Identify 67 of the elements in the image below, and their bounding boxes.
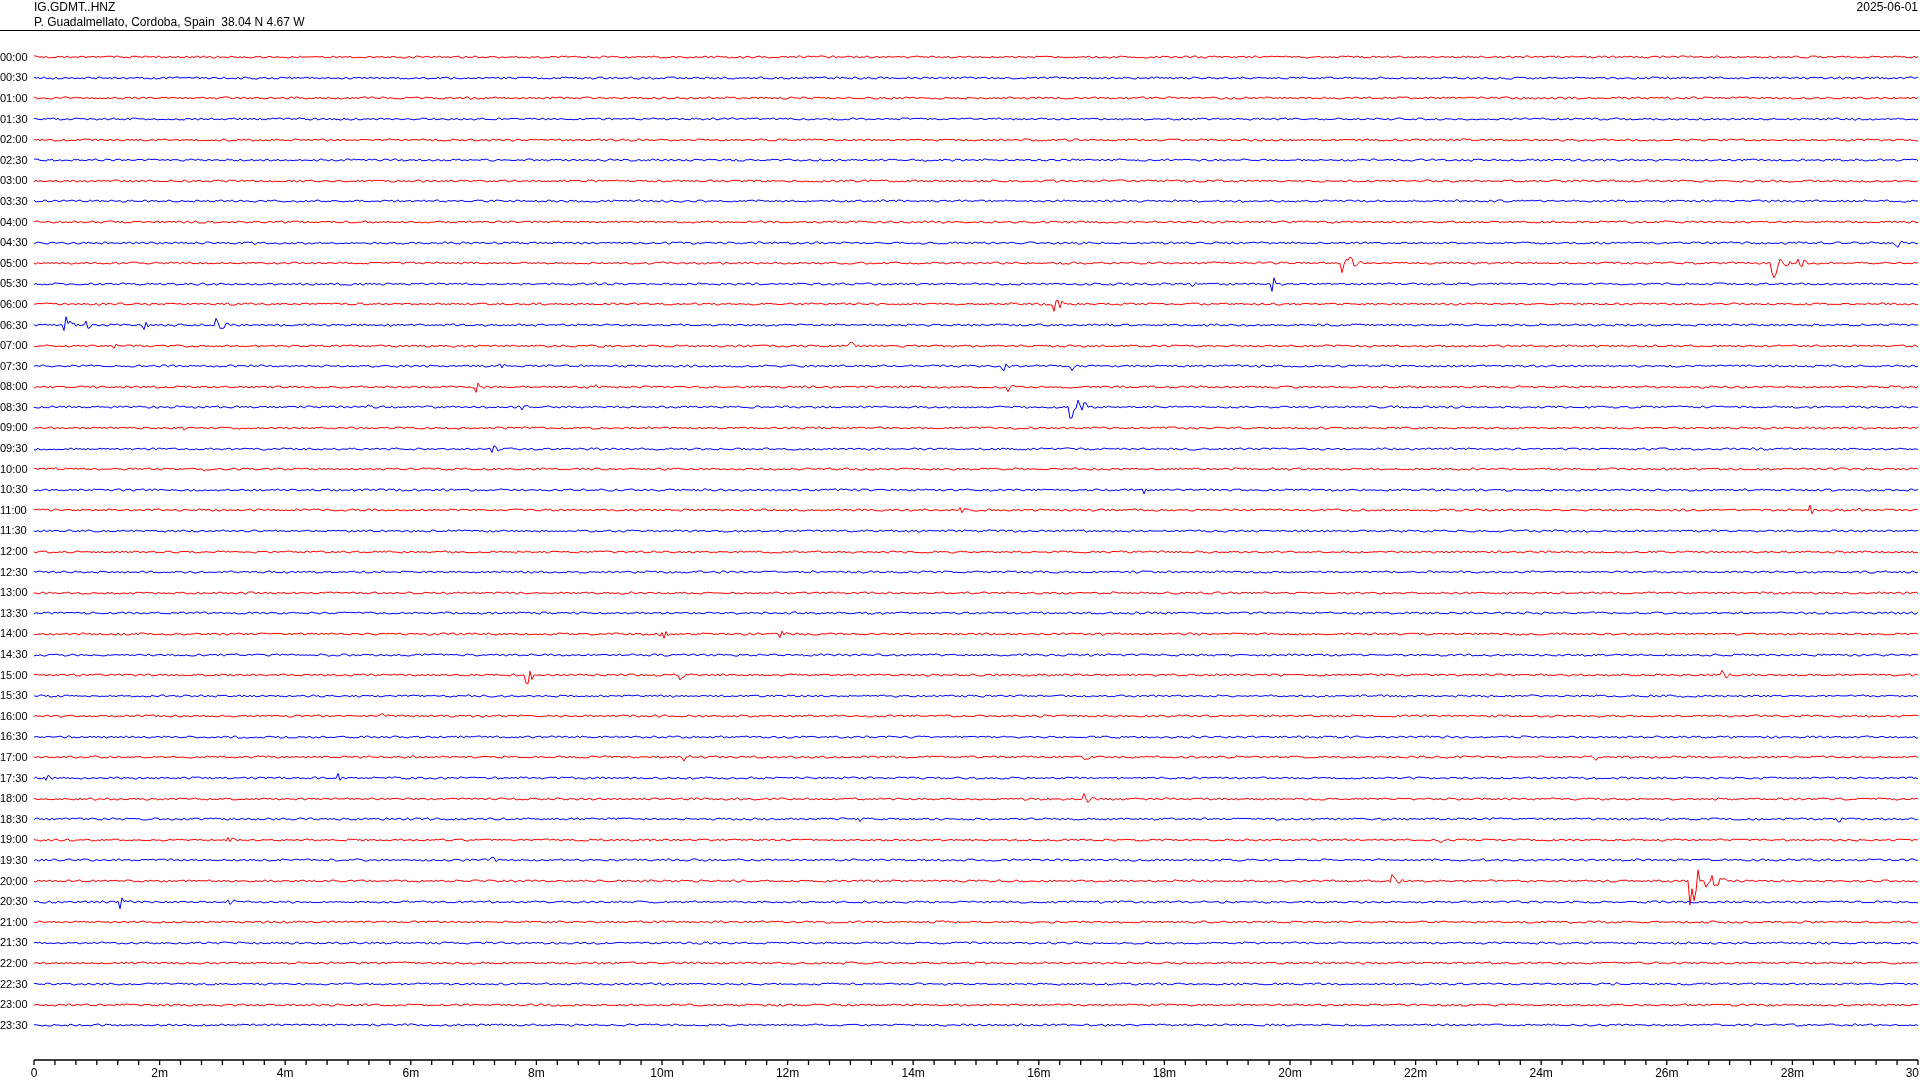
time-label: 20:00 xyxy=(0,874,29,888)
time-label: 04:00 xyxy=(0,215,29,229)
time-label: 06:30 xyxy=(0,318,29,332)
time-label: 18:30 xyxy=(0,812,29,826)
time-label: 06:00 xyxy=(0,297,29,311)
time-label: 11:30 xyxy=(0,524,28,538)
time-label: 22:30 xyxy=(0,977,29,991)
time-label: 10:30 xyxy=(0,483,29,497)
axis-label: 18m xyxy=(1152,1065,1177,1080)
time-label: 14:00 xyxy=(0,627,29,641)
time-label: 16:00 xyxy=(0,709,29,723)
axis-label: 26m xyxy=(1655,1065,1679,1080)
axis-label: 16m xyxy=(1027,1065,1051,1080)
axis-label: 2m xyxy=(151,1065,168,1080)
time-label: 11:00 xyxy=(0,503,28,517)
axis-label: 12m xyxy=(775,1065,800,1080)
time-label: 13:30 xyxy=(0,606,29,620)
time-label: 12:00 xyxy=(0,545,29,559)
time-label: 13:00 xyxy=(0,586,29,600)
time-label: 14:30 xyxy=(0,648,29,661)
axis-label: 30 xyxy=(1905,1065,1919,1080)
time-label: 02:00 xyxy=(0,133,29,147)
time-label: 23:00 xyxy=(0,998,29,1012)
time-label: 15:00 xyxy=(0,668,29,682)
time-label: 17:00 xyxy=(0,751,29,764)
axis-label: 8m xyxy=(528,1065,545,1080)
date-label: 2025-06-01 xyxy=(1856,0,1918,15)
axis-label: 14m xyxy=(901,1065,925,1080)
time-label: 04:30 xyxy=(0,236,29,250)
time-label: 00:00 xyxy=(0,50,29,64)
axis-label: 20m xyxy=(1278,1065,1302,1080)
axis-label: 0 xyxy=(30,1065,38,1080)
time-label: 21:30 xyxy=(0,936,29,950)
time-label: 23:30 xyxy=(0,1018,29,1032)
time-label: 01:00 xyxy=(0,92,29,105)
axis-label: 24m xyxy=(1529,1065,1553,1080)
time-label: 09:00 xyxy=(0,421,29,435)
station-code: IG.GDMT..HNZ xyxy=(34,0,116,15)
time-label: 09:30 xyxy=(0,442,29,456)
time-label: 20:30 xyxy=(0,895,29,909)
time-label: 02:30 xyxy=(0,153,29,167)
time-label: 01:30 xyxy=(0,112,29,126)
time-label: 19:00 xyxy=(0,833,29,847)
time-label: 22:00 xyxy=(0,956,29,970)
time-label: 17:30 xyxy=(0,771,29,785)
station-location: P. Guadalmellato, Cordoba, Spain 38.04 N 4.67 W xyxy=(34,15,305,30)
time-label: 16:30 xyxy=(0,730,29,744)
axis-label: 28m xyxy=(1780,1065,1805,1080)
time-label: 18:00 xyxy=(0,792,29,806)
axis-label: 22m xyxy=(1403,1065,1428,1080)
time-label: 03:30 xyxy=(0,194,29,208)
time-label: 19:30 xyxy=(0,853,29,867)
time-label: 03:00 xyxy=(0,174,29,188)
time-label: 07:00 xyxy=(0,339,29,353)
axis-label: 4m xyxy=(276,1065,294,1080)
time-label: 21:00 xyxy=(0,915,29,929)
axis-label: 6m xyxy=(402,1065,420,1080)
time-label: 15:30 xyxy=(0,689,29,703)
time-label: 08:00 xyxy=(0,380,29,394)
time-label: 05:30 xyxy=(0,277,29,291)
time-label: 00:30 xyxy=(0,71,29,85)
time-label: 10:00 xyxy=(0,462,29,476)
time-label: 08:30 xyxy=(0,400,29,414)
axis-label: 10m xyxy=(650,1065,674,1080)
time-label: 07:30 xyxy=(0,359,29,373)
time-label: 05:00 xyxy=(0,256,29,270)
time-label: 12:30 xyxy=(0,565,29,579)
